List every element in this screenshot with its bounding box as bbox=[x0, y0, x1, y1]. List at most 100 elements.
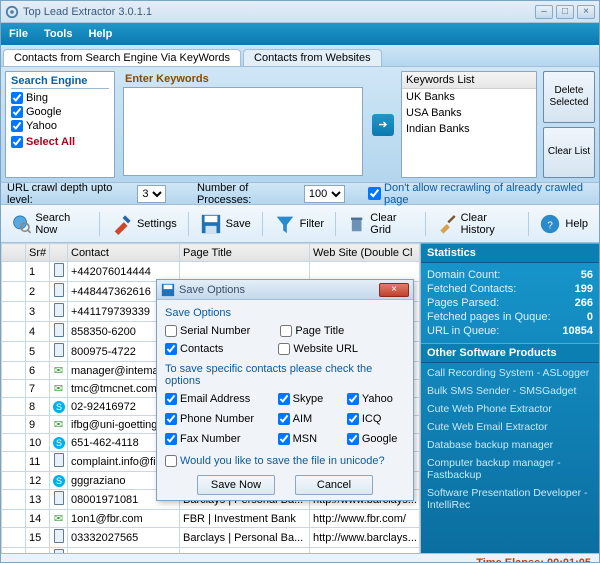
cell-page-title: Barclays | Personal Ba... bbox=[180, 548, 310, 554]
menu-file[interactable]: File bbox=[9, 28, 28, 40]
dialog-note: To save specific contacts please check t… bbox=[165, 363, 405, 387]
stat-row: Fetched pages in Quque:0 bbox=[427, 311, 593, 323]
help-button[interactable]: ?Help bbox=[532, 209, 595, 239]
opt-yahoo[interactable]: Yahoo bbox=[347, 393, 405, 405]
table-row[interactable]: 14✉1on1@fbr.comFBR | Investment Bankhttp… bbox=[2, 510, 420, 528]
opt-serial-number[interactable]: Serial Number bbox=[165, 325, 250, 337]
dialog-title: Save Options bbox=[179, 284, 379, 296]
opt-icq[interactable]: ICQ bbox=[347, 413, 405, 425]
processes-label: Number of Processes: bbox=[197, 182, 298, 206]
menu-tools[interactable]: Tools bbox=[44, 28, 73, 40]
table-row[interactable]: 1603332027573Barclays | Personal Ba...ht… bbox=[2, 548, 420, 554]
cell-sr: 16 bbox=[26, 548, 50, 554]
mail-icon: ✉ bbox=[54, 383, 63, 395]
phone-icon bbox=[54, 529, 64, 543]
engine-bing[interactable]: Bing bbox=[11, 92, 109, 104]
search-engine-panel: Search Engine Bing Google Yahoo Select A… bbox=[5, 71, 115, 178]
opt-contacts[interactable]: Contacts bbox=[165, 343, 223, 355]
product-link[interactable]: Bulk SMS Sender - SMSGadget bbox=[427, 385, 593, 397]
keywords-panel: Enter Keywords bbox=[121, 71, 365, 178]
cell-sr: 7 bbox=[26, 380, 50, 398]
filter-button[interactable]: Filter bbox=[267, 209, 331, 239]
keyword-item[interactable]: Indian Banks bbox=[402, 121, 536, 137]
close-button[interactable]: × bbox=[577, 5, 595, 19]
stats-heading: Statistics bbox=[421, 243, 599, 263]
opt-phone-number[interactable]: Phone Number bbox=[165, 413, 262, 425]
engine-select-all[interactable]: Select All bbox=[11, 136, 109, 148]
other-products-heading: Other Software Products bbox=[421, 343, 599, 363]
dialog-close-button[interactable]: × bbox=[379, 283, 409, 297]
col-website[interactable]: Web Site (Double Cl bbox=[310, 244, 420, 262]
delete-selected-button[interactable]: Delete Selected bbox=[543, 71, 595, 123]
stat-row: Fetched Contacts:199 bbox=[427, 283, 593, 295]
cell-contact: 03332027565 bbox=[68, 528, 180, 548]
tab-websites[interactable]: Contacts from Websites bbox=[243, 49, 382, 66]
cell-sr: 13 bbox=[26, 490, 50, 510]
cell-website: http://www.barclays... bbox=[310, 548, 420, 554]
clear-grid-button[interactable]: Clear Grid bbox=[340, 208, 421, 240]
phone-icon bbox=[54, 453, 64, 467]
product-link[interactable]: Cute Web Email Extractor bbox=[427, 421, 593, 433]
keywords-list[interactable]: UK Banks USA Banks Indian Banks bbox=[402, 89, 536, 177]
opt-msn[interactable]: MSN bbox=[278, 433, 331, 445]
cell-sr: 14 bbox=[26, 510, 50, 528]
cell-sr: 1 bbox=[26, 262, 50, 282]
clear-history-button[interactable]: Clear History bbox=[430, 208, 523, 240]
crawl-depth-select[interactable]: 3 bbox=[137, 185, 166, 203]
product-link[interactable]: Call Recording System - ASLogger bbox=[427, 367, 593, 379]
cancel-button[interactable]: Cancel bbox=[295, 475, 373, 495]
menu-help[interactable]: Help bbox=[88, 28, 112, 40]
col-page-title[interactable]: Page Title bbox=[180, 244, 310, 262]
keywords-input[interactable] bbox=[123, 87, 363, 176]
product-link[interactable]: Software Presentation Developer - Intell… bbox=[427, 487, 593, 511]
toolbar: Search Now Settings Save Filter Clear Gr… bbox=[1, 205, 599, 243]
keyword-item[interactable]: UK Banks bbox=[402, 89, 536, 105]
dont-recrawl-checkbox[interactable]: Don't allow recrawling of already crawle… bbox=[368, 182, 593, 206]
product-link[interactable]: Database backup manager bbox=[427, 439, 593, 451]
cell-sr: 11 bbox=[26, 452, 50, 472]
search-now-button[interactable]: Search Now bbox=[5, 208, 95, 240]
cell-sr: 3 bbox=[26, 302, 50, 322]
floppy-icon bbox=[200, 213, 222, 235]
opt-page-title[interactable]: Page Title bbox=[280, 325, 344, 337]
skype-icon: S bbox=[53, 475, 65, 487]
save-now-button[interactable]: Save Now bbox=[197, 475, 275, 495]
opt-unicode[interactable]: Would you like to save the file in unico… bbox=[165, 455, 405, 467]
col-contact[interactable]: Contact bbox=[68, 244, 180, 262]
opt-email-address[interactable]: Email Address bbox=[165, 393, 262, 405]
engine-yahoo[interactable]: Yahoo bbox=[11, 120, 109, 132]
col-sr[interactable]: Sr# bbox=[26, 244, 50, 262]
clear-list-button[interactable]: Clear List bbox=[543, 127, 595, 179]
opt-fax-number[interactable]: Fax Number bbox=[165, 433, 262, 445]
maximize-button[interactable]: □ bbox=[556, 5, 574, 19]
globe-search-icon bbox=[12, 213, 31, 235]
save-button[interactable]: Save bbox=[193, 209, 258, 239]
col-icon[interactable] bbox=[50, 244, 68, 262]
engine-google[interactable]: Google bbox=[11, 106, 109, 118]
mail-icon: ✉ bbox=[54, 513, 63, 525]
tab-search-engine[interactable]: Contacts from Search Engine Via KeyWords bbox=[3, 49, 241, 66]
app-title: Top Lead Extractor 3.0.1.1 bbox=[23, 6, 535, 18]
search-engine-heading: Search Engine bbox=[11, 75, 109, 89]
opt-skype[interactable]: Skype bbox=[278, 393, 331, 405]
cell-contact: 1on1@fbr.com bbox=[68, 510, 180, 528]
cell-sr: 4 bbox=[26, 322, 50, 342]
keyword-item[interactable]: USA Banks bbox=[402, 105, 536, 121]
settings-button[interactable]: Settings bbox=[104, 209, 184, 239]
product-link[interactable]: Computer backup manager - Fastbackup bbox=[427, 457, 593, 481]
minimize-button[interactable]: – bbox=[535, 5, 553, 19]
opt-aim[interactable]: AIM bbox=[278, 413, 331, 425]
cell-website: http://www.barclays... bbox=[310, 528, 420, 548]
opt-website-url[interactable]: Website URL bbox=[278, 343, 358, 355]
skype-icon: S bbox=[53, 437, 65, 449]
product-link[interactable]: Cute Web Phone Extractor bbox=[427, 403, 593, 415]
time-elapse: Time Elapse: 00:01:05 bbox=[476, 557, 591, 563]
titlebar: Top Lead Extractor 3.0.1.1 – □ × bbox=[1, 1, 599, 23]
opt-google[interactable]: Google bbox=[347, 433, 405, 445]
arrow-right-icon: ➔ bbox=[372, 114, 394, 136]
save-options-dialog: Save Options × Save Options Serial Numbe… bbox=[156, 279, 414, 501]
processes-select[interactable]: 100 bbox=[304, 185, 345, 203]
add-keyword-arrow[interactable]: ➔ bbox=[371, 71, 395, 178]
table-row[interactable]: 1503332027565Barclays | Personal Ba...ht… bbox=[2, 528, 420, 548]
col-rowheader[interactable] bbox=[2, 244, 26, 262]
